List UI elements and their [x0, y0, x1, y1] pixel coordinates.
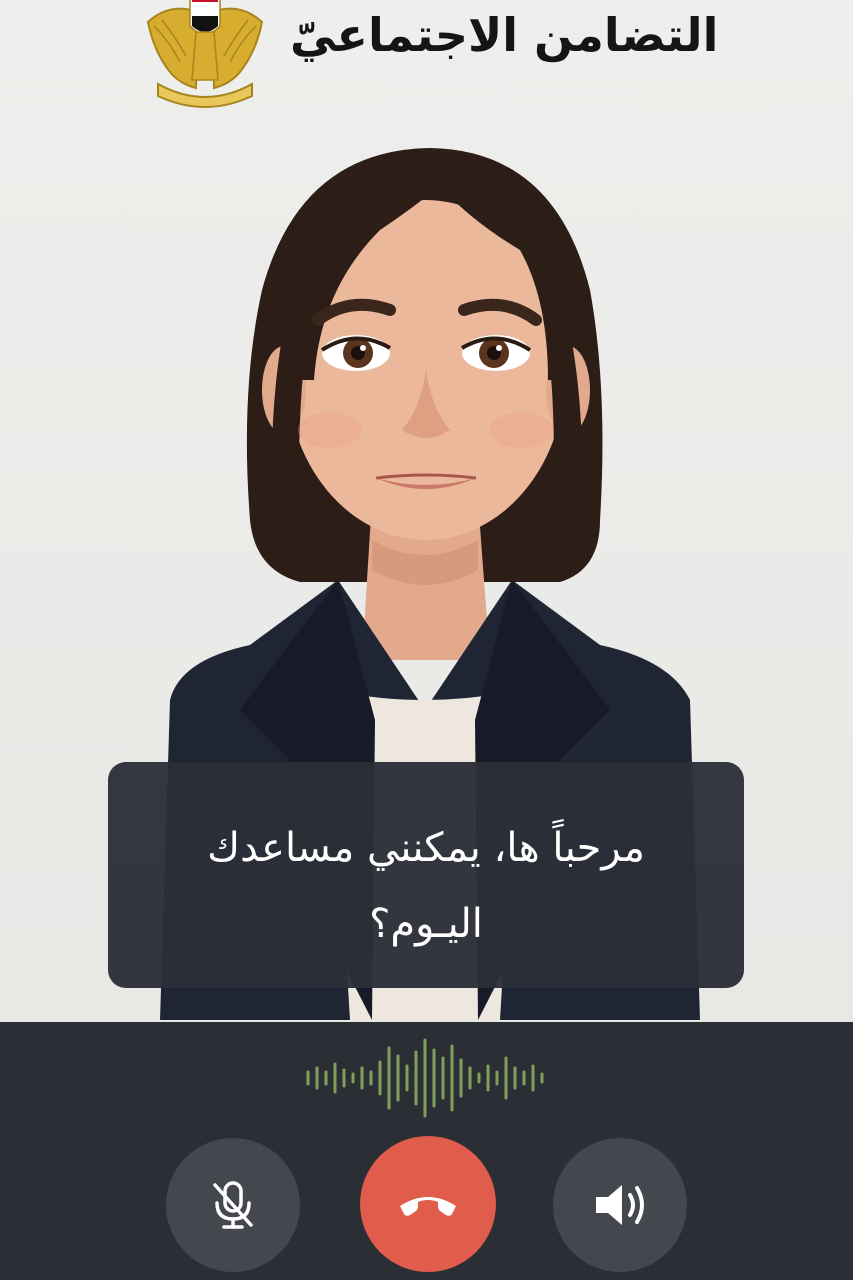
speaker-button[interactable]	[553, 1138, 687, 1272]
assistant-caption: مرحباً ها، يمكنني مساعدك اليـوم؟	[108, 762, 744, 988]
phone-hangup-icon	[400, 1197, 456, 1216]
call-control-bar	[0, 1022, 853, 1280]
page-title: التضامن الاجتماعيّ	[290, 8, 719, 62]
caption-line-1: مرحباً ها، يمكنني مساعدك	[207, 825, 645, 871]
audio-waveform-icon	[306, 1038, 544, 1118]
voice-call-screen: التضامن الاجتماعيّ مرحباً ها، يمكنني مسا…	[0, 0, 853, 1280]
egypt-eagle-emblem-icon	[146, 0, 264, 108]
end-call-button[interactable]	[360, 1136, 496, 1272]
mic-off-icon	[213, 1181, 253, 1229]
caption-line-2: اليـوم؟	[369, 901, 483, 947]
speaker-volume-icon	[596, 1185, 644, 1225]
mute-button[interactable]	[166, 1138, 300, 1272]
